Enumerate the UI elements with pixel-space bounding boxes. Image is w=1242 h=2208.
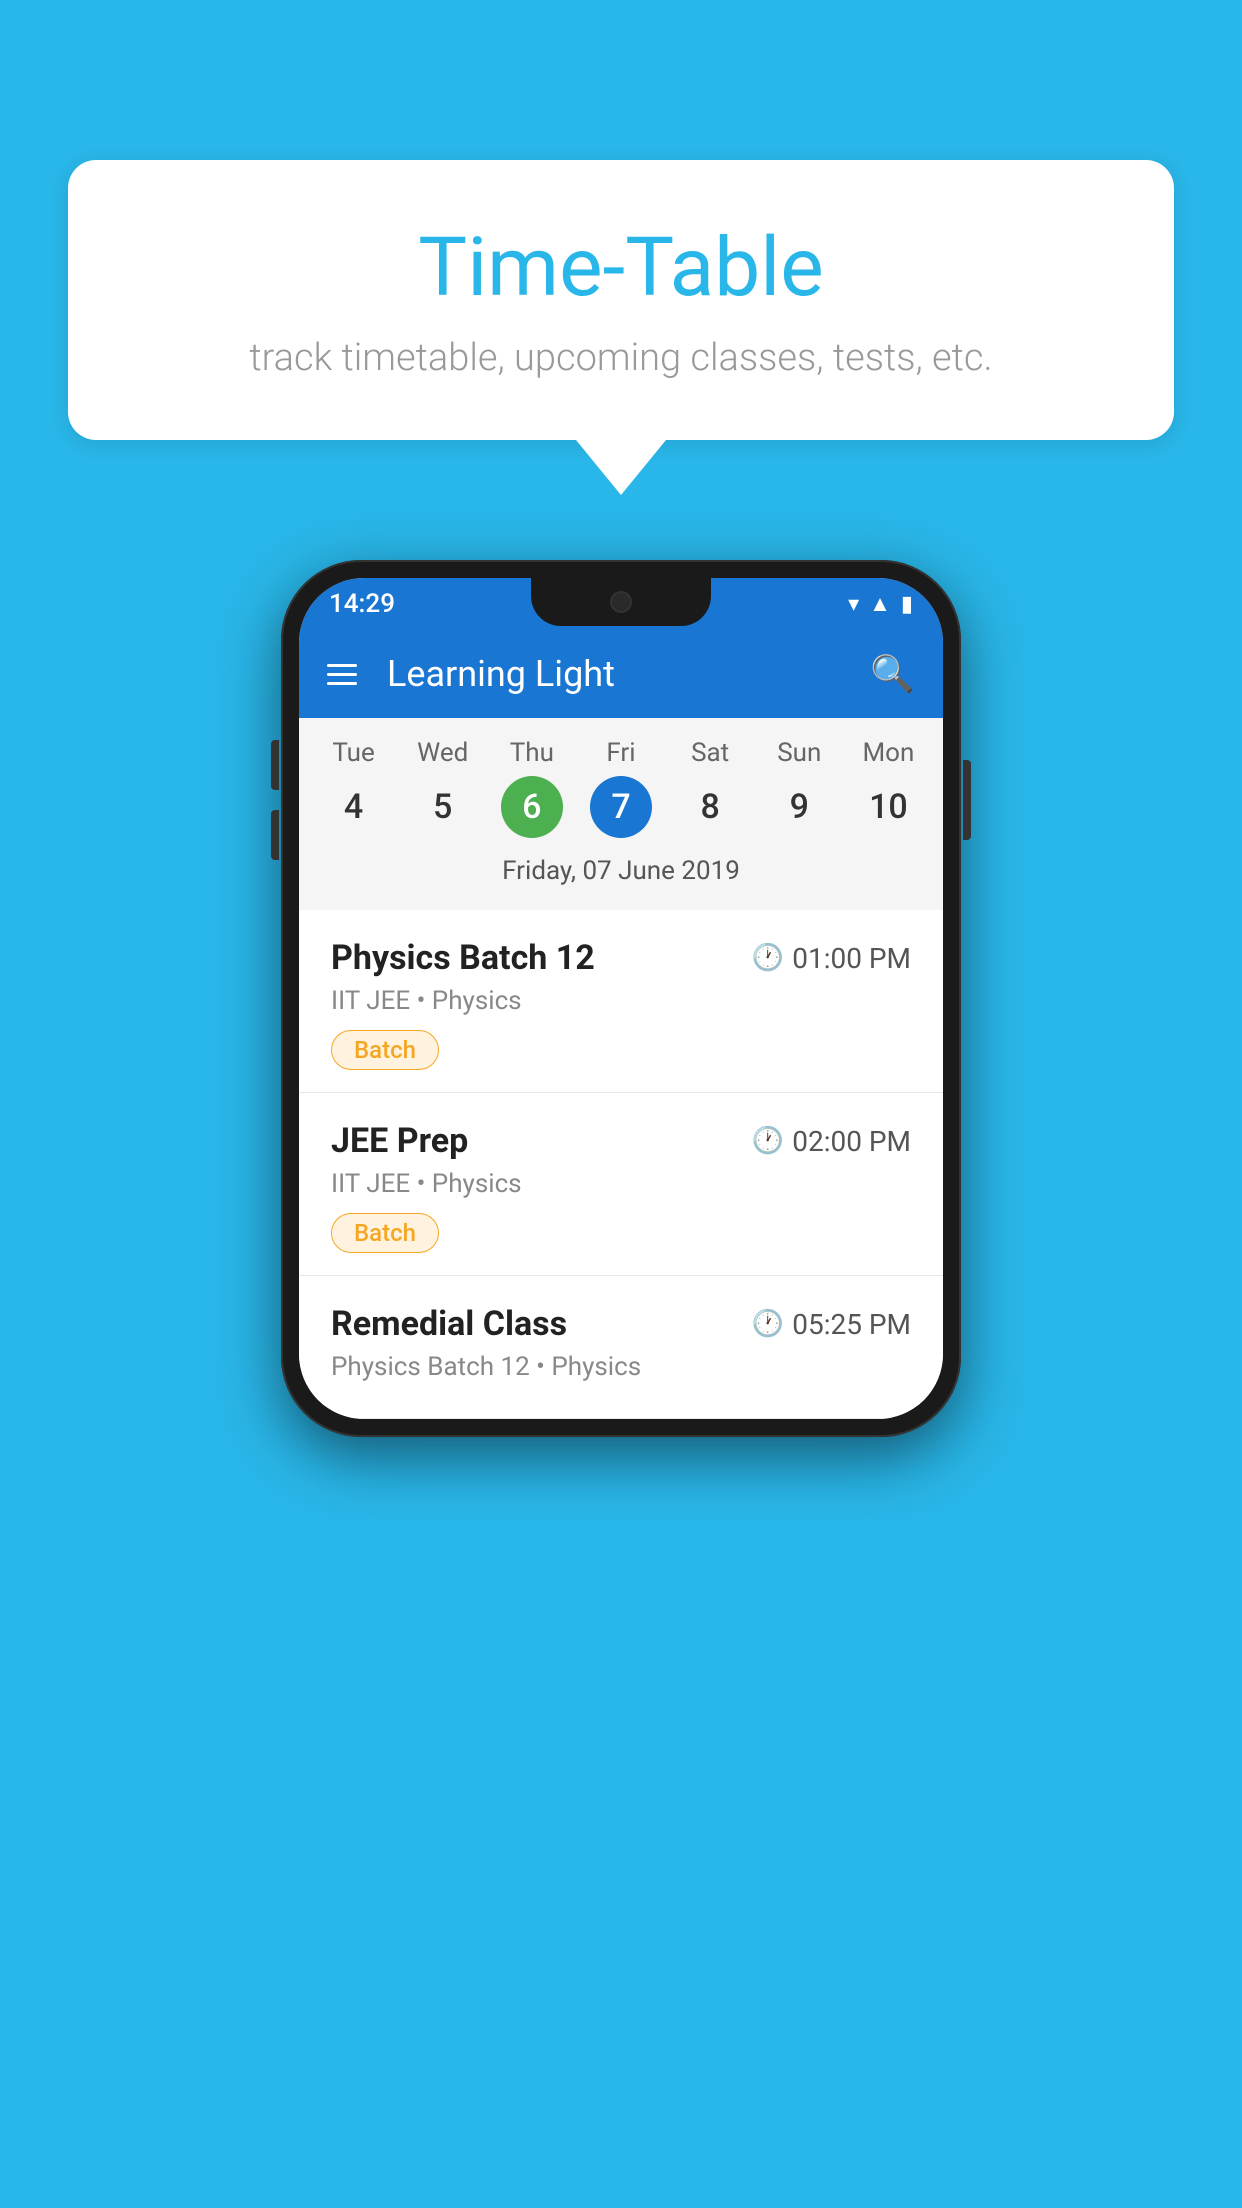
signal-icon: ▲	[869, 591, 891, 617]
bubble-pointer	[576, 440, 666, 495]
speech-bubble-section: Time-Table track timetable, upcoming cla…	[68, 160, 1174, 495]
calendar-strip: Tue 4 Wed 5 Thu 6 Fri 7 Sat 8 Sun 9 Mon 10 Friday, 07…	[299, 718, 943, 910]
phone-notch	[531, 578, 711, 626]
app-bar: Learning Light 🔍	[299, 630, 943, 718]
schedule-title: Physics Batch 12	[331, 938, 595, 978]
status-icons: ▾ ▲ ▮	[848, 591, 913, 617]
battery-icon: ▮	[901, 592, 913, 617]
day-name: Sun	[777, 738, 821, 768]
calendar-day-sun[interactable]: Sun 9	[759, 738, 839, 838]
menu-line-3	[327, 682, 357, 685]
status-time: 14:29	[329, 589, 395, 619]
volume-down-button	[271, 810, 279, 860]
clock-icon: 🕐	[752, 1126, 784, 1156]
batch-badge: Batch	[331, 1213, 439, 1253]
day-name: Wed	[417, 738, 468, 768]
schedule-title: Remedial Class	[331, 1304, 567, 1344]
day-number: 4	[323, 776, 385, 838]
phone-screen: 14:29 ▾ ▲ ▮ Learning Light 🔍	[299, 578, 943, 1419]
time-label: 02:00 PM	[792, 1125, 911, 1158]
volume-up-button	[271, 740, 279, 790]
phone-mockup: 14:29 ▾ ▲ ▮ Learning Light 🔍	[281, 560, 961, 1437]
clock-icon: 🕐	[752, 1309, 784, 1339]
day-number: 7	[590, 776, 652, 838]
day-name: Tue	[332, 738, 374, 768]
schedule-time: 🕐 05:25 PM	[752, 1308, 911, 1341]
front-camera	[610, 591, 632, 613]
calendar-day-tue[interactable]: Tue 4	[314, 738, 394, 838]
day-name: Thu	[510, 738, 554, 768]
app-title: Learning Light	[377, 653, 850, 695]
calendar-day-fri[interactable]: Fri 7	[581, 738, 661, 838]
speech-bubble: Time-Table track timetable, upcoming cla…	[68, 160, 1174, 440]
power-button	[963, 760, 971, 840]
clock-icon: 🕐	[752, 943, 784, 973]
phone-outer: 14:29 ▾ ▲ ▮ Learning Light 🔍	[281, 560, 961, 1437]
schedule-item[interactable]: Remedial Class 🕐 05:25 PM Physics Batch 12 …	[299, 1276, 943, 1419]
day-number: 6	[501, 776, 563, 838]
calendar-day-thu[interactable]: Thu 6	[492, 738, 572, 838]
time-label: 01:00 PM	[792, 942, 911, 975]
calendar-days-row: Tue 4 Wed 5 Thu 6 Fri 7 Sat 8 Sun 9 Mon 10	[309, 738, 933, 838]
batch-badge: Batch	[331, 1030, 439, 1070]
day-number: 5	[412, 776, 474, 838]
calendar-day-mon[interactable]: Mon 10	[848, 738, 928, 838]
day-number: 8	[679, 776, 741, 838]
schedule-subtitle: IIT JEE • Physics	[331, 986, 911, 1016]
day-name: Mon	[862, 738, 914, 768]
menu-button[interactable]	[327, 664, 357, 685]
menu-line-2	[327, 673, 357, 676]
schedule-item[interactable]: JEE Prep 🕐 02:00 PM IIT JEE • Physics Batch	[299, 1093, 943, 1276]
day-number: 9	[768, 776, 830, 838]
schedule-item-header: Physics Batch 12 🕐 01:00 PM	[331, 938, 911, 978]
schedule-title: JEE Prep	[331, 1121, 468, 1161]
schedule-item-header: Remedial Class 🕐 05:25 PM	[331, 1304, 911, 1344]
bubble-title: Time-Table	[148, 220, 1094, 316]
selected-date-label: Friday, 07 June 2019	[309, 848, 933, 900]
day-name: Sat	[691, 738, 729, 768]
schedule-item-header: JEE Prep 🕐 02:00 PM	[331, 1121, 911, 1161]
schedule-subtitle: IIT JEE • Physics	[331, 1169, 911, 1199]
schedule-subtitle: Physics Batch 12 • Physics	[331, 1352, 911, 1382]
schedule-time: 🕐 02:00 PM	[752, 1125, 911, 1158]
day-number: 10	[857, 776, 919, 838]
time-label: 05:25 PM	[792, 1308, 911, 1341]
schedule-item[interactable]: Physics Batch 12 🕐 01:00 PM IIT JEE • Physi…	[299, 910, 943, 1093]
search-button[interactable]: 🔍	[870, 653, 915, 695]
wifi-icon: ▾	[848, 592, 859, 617]
schedule-time: 🕐 01:00 PM	[752, 942, 911, 975]
day-name: Fri	[606, 738, 635, 768]
calendar-day-wed[interactable]: Wed 5	[403, 738, 483, 838]
bubble-subtitle: track timetable, upcoming classes, tests…	[148, 336, 1094, 380]
menu-line-1	[327, 664, 357, 667]
calendar-day-sat[interactable]: Sat 8	[670, 738, 750, 838]
schedule-list: Physics Batch 12 🕐 01:00 PM IIT JEE • Physi…	[299, 910, 943, 1419]
